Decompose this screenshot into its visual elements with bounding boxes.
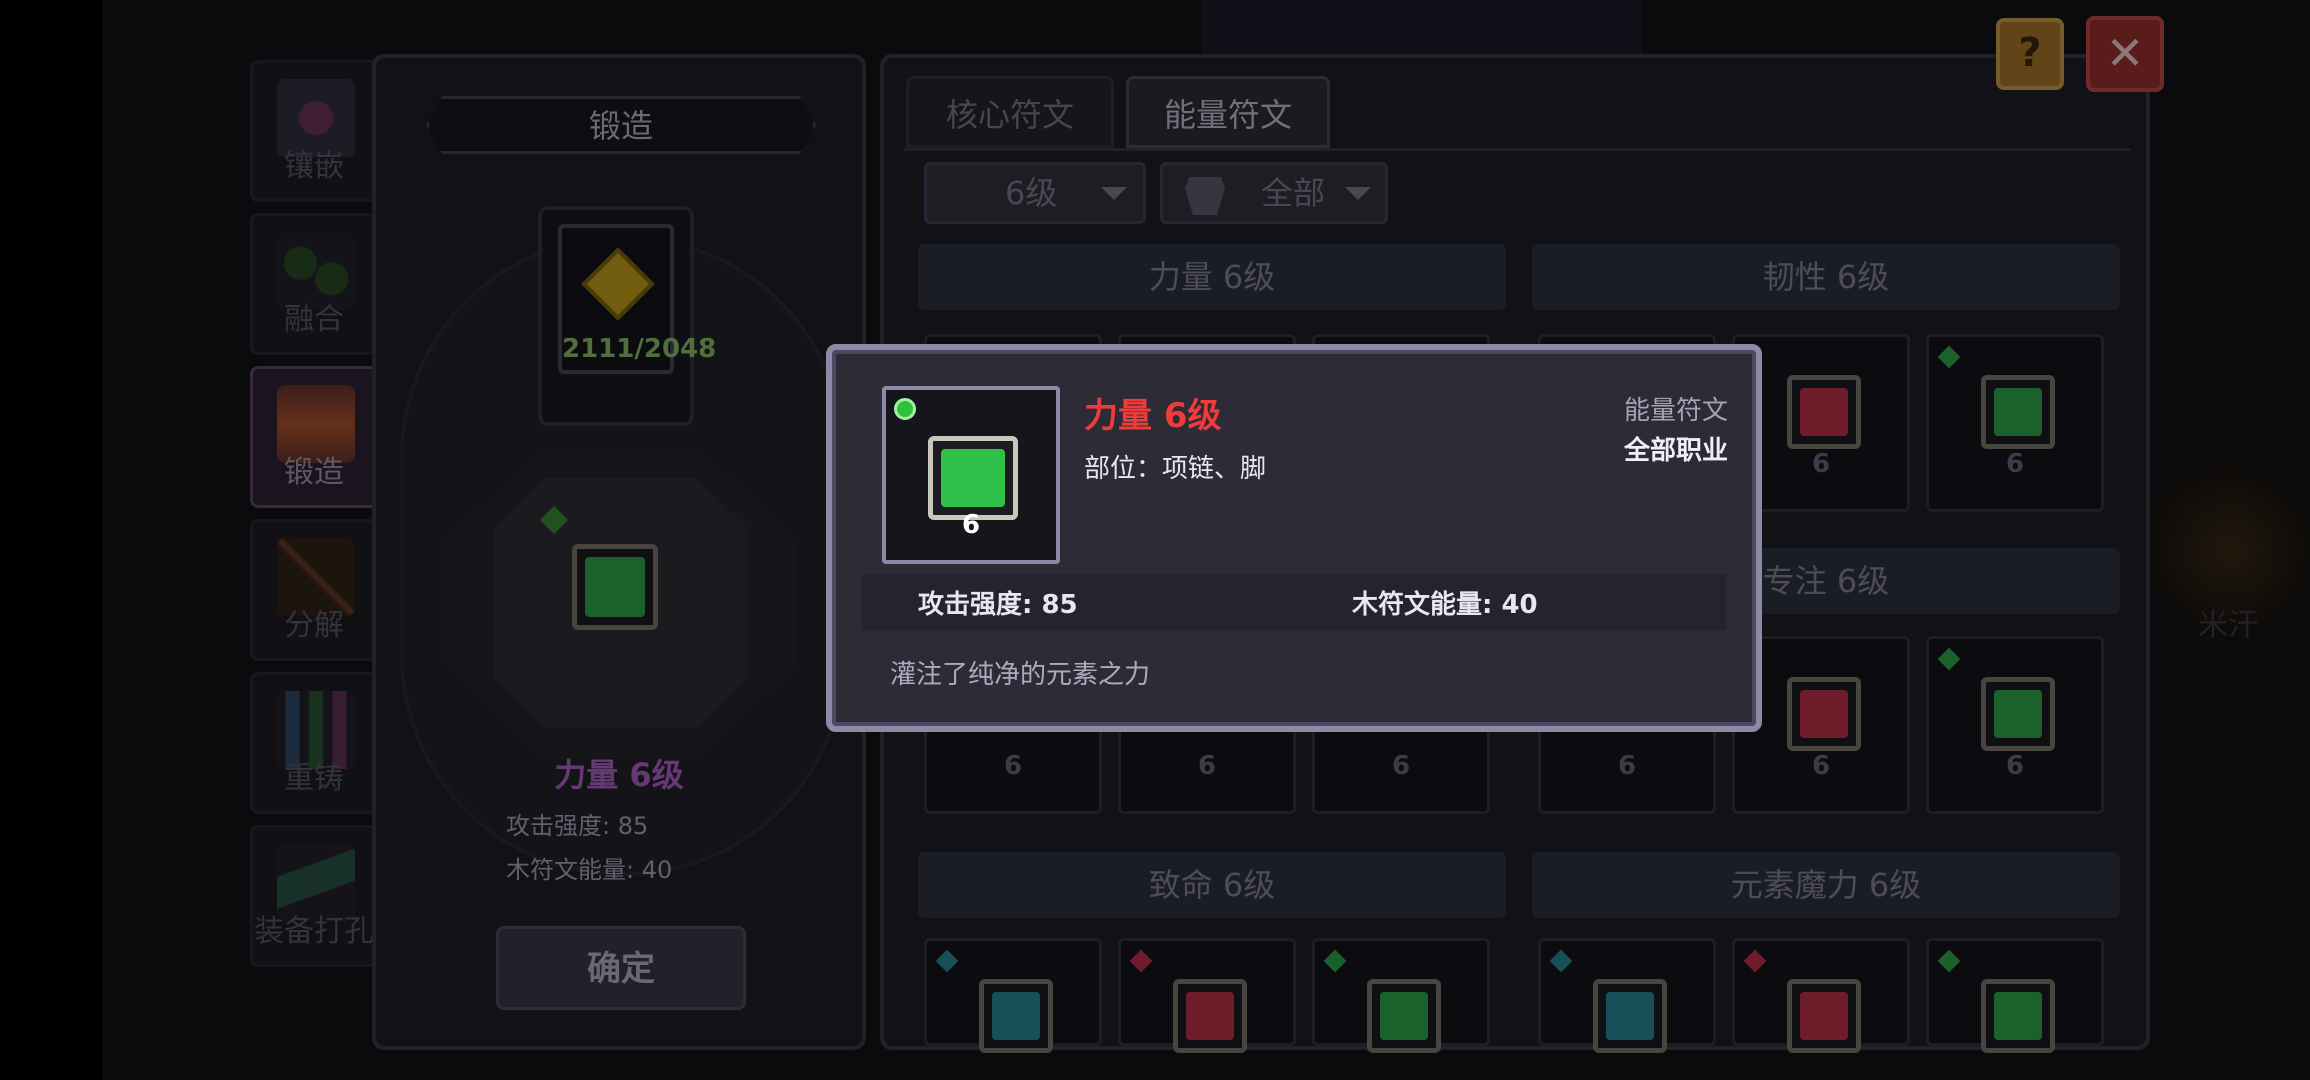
tooltip-rune-part: 部位：项链、脚 — [1084, 454, 1267, 484]
rune-tooltip: 6 力量 6级 部位：项链、脚 能量符文 全部职业 攻击强度: 85 木符文能量… — [826, 344, 1762, 732]
tooltip-rune-class: 全部职业 — [1623, 436, 1728, 466]
tooltip-rune-type: 能量符文 — [1623, 396, 1728, 426]
tooltip-rune-name: 力量 6级 — [1084, 396, 1222, 436]
tooltip-stat-energy: 木符文能量: 40 — [1352, 590, 1538, 620]
tooltip-stats-bar: 攻击强度: 85 木符文能量: 40 — [862, 574, 1726, 630]
green-rune-icon — [928, 436, 1018, 520]
wood-element-icon — [894, 398, 916, 420]
tooltip-stat-attack: 攻击强度: 85 — [918, 590, 1078, 620]
tooltip-description: 灌注了纯净的元素之力 — [890, 660, 1151, 690]
tooltip-rune-slot: 6 — [882, 386, 1060, 564]
rune-level: 6 — [961, 510, 981, 540]
